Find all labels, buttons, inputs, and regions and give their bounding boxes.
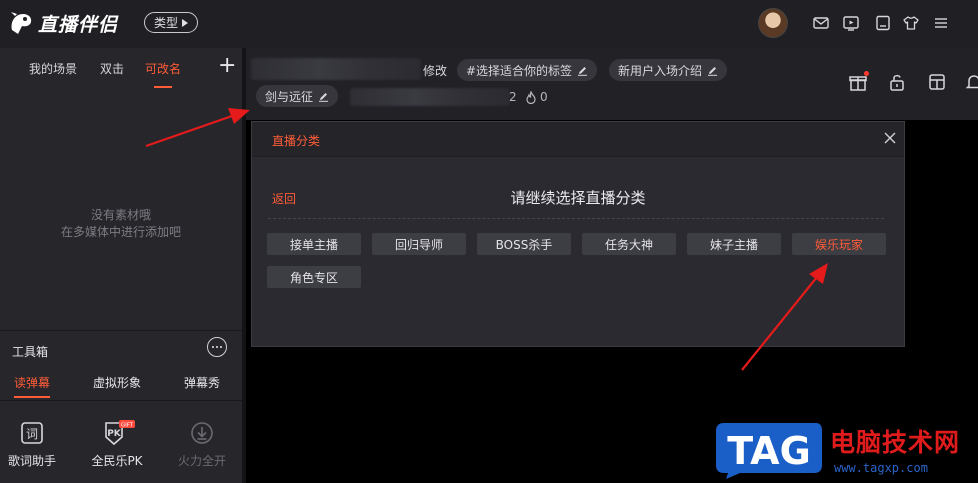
scene-tabs: 我的场景 双击 可改名 + [0,48,242,94]
tag-logo: TAG [716,423,822,479]
tag-chip-choose-tag-label: #选择适合你的标签 [466,63,573,78]
scene-tab-renamable[interactable]: 可改名 [145,60,181,88]
close-icon[interactable] [883,131,897,145]
user-avatar[interactable] [758,8,788,38]
tag-chip-new-user-intro-label: 新用户入场介绍 [618,63,703,78]
tag-logo-text: TAG [727,429,811,473]
scene-tab-double-click[interactable]: 双击 [100,60,124,77]
fire-icon [526,90,536,104]
category-order-taking-streamer[interactable]: 接单主播 [267,233,361,255]
empty-hint-title: 没有素材哦 [90,208,151,222]
lyrics-icon: 词 [21,422,43,444]
type-button-label: 类型 [153,16,178,30]
unlock-icon[interactable] [887,72,907,92]
app-title: 直播伴侣 [38,13,119,36]
tool-tab-virtual-avatar[interactable]: 虚拟形象 [93,374,141,391]
more-options-icon[interactable] [207,337,227,357]
heat-value: 0 [540,90,548,104]
menu-icon[interactable] [932,14,950,32]
toolbox-divider [0,400,242,401]
type-button[interactable]: 类型 [144,12,198,33]
app-logo-icon [11,12,32,34]
category-returning-mentor[interactable]: 回归导师 [372,233,466,255]
tool-lyrics-label: 歌词助手 [7,454,56,468]
pk-gift-icon: PK GIFT [105,420,135,446]
category-task-master[interactable]: 任务大神 [582,233,676,255]
game-category-chip[interactable]: 剑与远征 [256,85,339,107]
dialog-divider [268,218,884,219]
blurred-room-title [251,58,421,80]
tool-full-fire-label: 火力全开 [177,454,226,468]
pencil-icon [708,66,718,76]
gift-badge: GIFT [121,423,134,429]
toolbox-header: 工具箱 [0,330,242,366]
tool-pk-label: 全民乐PK [91,454,143,468]
room-id-tail: 2 [509,90,517,104]
skin-icon[interactable] [902,14,920,32]
tool-pk[interactable]: PK GIFT 全民乐PK [82,420,152,469]
empty-hint-subtitle: 在多媒体中进行添加吧 [60,225,181,239]
save-icon[interactable] [874,14,892,32]
watermark-url: www.tagxp.com [834,461,928,475]
tag-chip-choose-tag[interactable]: #选择适合你的标签 [457,59,598,81]
layout-icon[interactable] [927,72,947,92]
tool-full-fire[interactable]: 火力全开 [167,420,237,469]
download-icon [191,422,213,444]
dialog-title: 直播分类 [272,134,321,148]
toolbox-title: 工具箱 [12,345,49,359]
bell-icon[interactable] [964,72,978,92]
game-category-label: 剑与远征 [265,89,314,104]
dialog-header: 直播分类 [252,122,904,157]
mail-icon[interactable] [812,14,830,32]
dialog-prompt: 请继续选择直播分类 [510,189,646,207]
top-bar: 直播伴侣 类型 [0,0,978,48]
tag-chip-new-user-intro[interactable]: 新用户入场介绍 [609,59,728,81]
edit-title-link[interactable]: 修改 [423,62,447,79]
app-logo: 直播伴侣 [6,8,118,38]
tool-tab-read-danmaku[interactable]: 读弹幕 [14,374,51,398]
blurred-room-id [350,88,510,106]
tool-lyrics-assistant[interactable]: 词 歌词助手 [0,420,67,469]
tool-tab-danmaku-show[interactable]: 弹幕秀 [184,374,220,391]
play-triangle-icon [182,18,188,27]
video-icon[interactable] [842,14,860,32]
category-role-zone[interactable]: 角色专区 [267,266,361,288]
heat-indicator: 0 [525,90,548,104]
notification-dot [864,71,869,76]
category-entertainment-player[interactable]: 娱乐玩家 [792,233,886,255]
svg-text:PK: PK [107,429,122,439]
scene-panel: 我的场景 双击 可改名 + 没有素材哦 在多媒体中进行添加吧 工具箱 读弹幕 虚… [0,48,242,483]
pencil-icon [578,66,588,76]
category-girl-streamer[interactable]: 妹子主播 [687,233,781,255]
scene-tab-my-scenes[interactable]: 我的场景 [29,60,77,77]
live-category-dialog: 直播分类 返回 请继续选择直播分类 接单主播 回归导师 BOSS杀手 任务大神 … [251,121,905,347]
pencil-icon [319,92,329,102]
site-watermark: TAG 电脑技术网 www.tagxp.com [708,419,978,483]
category-boss-killer[interactable]: BOSS杀手 [477,233,571,255]
svg-text:词: 词 [26,427,38,441]
watermark-site-name: 电脑技术网 [830,428,961,457]
add-scene-button[interactable]: + [218,54,236,78]
